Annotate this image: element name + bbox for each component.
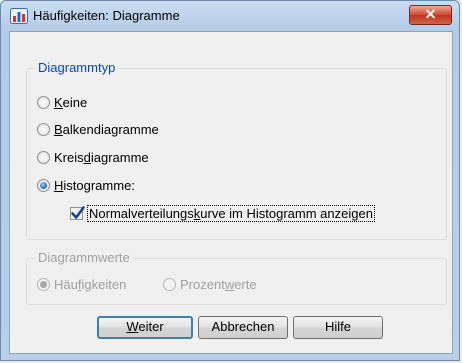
normal-curve-label: Normalverteilungskurve im Histogramm anz…	[87, 205, 375, 222]
radio-button-selected[interactable]	[37, 179, 50, 192]
radio-button[interactable]	[37, 96, 50, 109]
radio-button-selected-disabled	[37, 278, 50, 291]
close-button[interactable]: ✕	[409, 5, 452, 25]
radio-button-disabled	[163, 278, 176, 291]
radio-histograms[interactable]: Histogramme:	[37, 178, 135, 193]
close-icon: ✕	[424, 6, 437, 22]
dialog-title: Häufigkeiten: Diagramme	[33, 8, 180, 23]
checkmark-icon	[71, 206, 85, 219]
help-button[interactable]: Hilfe	[293, 316, 383, 339]
cancel-button[interactable]: Abbrechen	[198, 316, 288, 339]
continue-button[interactable]: Weiter	[97, 316, 193, 339]
radio-bar-charts[interactable]: Balkendiagramme	[37, 122, 159, 137]
chart-values-legend: Diagrammwerte	[35, 250, 133, 265]
normal-curve-checkbox[interactable]	[70, 206, 85, 220]
normal-curve-option[interactable]: Normalverteilungskurve im Histogramm anz…	[70, 205, 375, 222]
radio-button[interactable]	[37, 123, 50, 136]
radio-pie-charts[interactable]: Kreisdiagramme	[37, 150, 149, 165]
spss-chart-icon	[10, 8, 28, 24]
chart-type-legend: Diagrammtyp	[35, 60, 119, 75]
radio-none[interactable]: Keine	[37, 95, 87, 110]
radio-frequencies: Häufigkeiten	[37, 277, 126, 292]
radio-percentages: Prozentwerte	[163, 277, 257, 292]
radio-button[interactable]	[37, 151, 50, 164]
title-bar[interactable]: Häufigkeiten: Diagramme ✕	[1, 1, 459, 31]
